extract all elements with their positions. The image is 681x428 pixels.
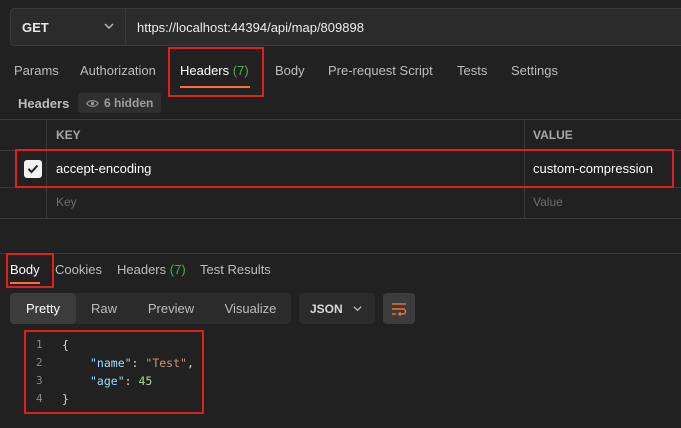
response-tab-test-results-label: Test Results [200, 262, 271, 277]
column-header-value: VALUE [533, 128, 573, 142]
view-mode-preview[interactable]: Preview [132, 293, 210, 324]
format-select-value: JSON [310, 301, 343, 316]
response-tab-cookies-label: Cookies [55, 262, 102, 277]
view-mode-pretty[interactable]: Pretty [10, 293, 76, 324]
response-tab-headers[interactable]: Headers (7) [117, 262, 186, 277]
url-text: https://localhost:44394/api/map/809898 [137, 19, 364, 35]
highlight-header-row [15, 149, 674, 188]
highlight-body-tab [6, 253, 54, 288]
tab-pre-request-script-label: Pre-request Script [328, 63, 433, 78]
table-border-top [0, 119, 681, 120]
view-mode-visualize-label: Visualize [224, 301, 277, 316]
tab-authorization[interactable]: Authorization [80, 63, 156, 78]
tab-pre-request-script[interactable]: Pre-request Script [328, 63, 433, 78]
tab-params-label: Params [14, 63, 59, 78]
view-mode-preview-label: Preview [147, 301, 195, 316]
tab-settings[interactable]: Settings [511, 63, 558, 78]
format-select[interactable]: JSON [299, 293, 375, 324]
hidden-headers-toggle[interactable]: 6 hidden [78, 93, 162, 113]
response-divider [0, 253, 681, 254]
tab-settings-label: Settings [511, 63, 558, 78]
chevron-down-icon [353, 306, 362, 312]
tab-tests[interactable]: Tests [457, 63, 487, 78]
tab-body[interactable]: Body [275, 63, 305, 78]
wrap-lines-button[interactable] [383, 293, 415, 324]
eye-icon [86, 99, 99, 107]
headers-section-title: Headers [18, 96, 70, 111]
response-tab-test-results[interactable]: Test Results [200, 262, 271, 277]
hidden-headers-label: 6 hidden [104, 96, 154, 110]
response-tab-headers-label: Headers [117, 262, 167, 277]
new-key-input[interactable]: Key [56, 195, 77, 209]
view-mode-pretty-label: Pretty [26, 301, 60, 316]
chevron-down-icon [104, 23, 114, 29]
url-input[interactable]: https://localhost:44394/api/map/809898 [126, 8, 681, 46]
method-label: GET [22, 19, 49, 35]
tab-body-label: Body [275, 63, 305, 78]
response-tab-cookies[interactable]: Cookies [55, 262, 102, 277]
tab-authorization-label: Authorization [80, 63, 156, 78]
column-header-key: KEY [56, 128, 81, 142]
new-value-input[interactable]: Value [533, 195, 563, 209]
highlight-response-body [24, 330, 204, 414]
tab-params[interactable]: Params [14, 63, 59, 78]
tab-tests-label: Tests [457, 63, 488, 78]
highlight-headers-tab [168, 47, 264, 97]
wrap-lines-icon [392, 302, 407, 316]
view-mode-raw[interactable]: Raw [76, 293, 132, 324]
method-select[interactable]: GET [10, 8, 126, 46]
response-tab-headers-count: (7) [169, 262, 186, 277]
view-mode-raw-label: Raw [90, 301, 117, 316]
table-border-bottom [0, 218, 681, 219]
view-mode-visualize[interactable]: Visualize [210, 293, 291, 324]
